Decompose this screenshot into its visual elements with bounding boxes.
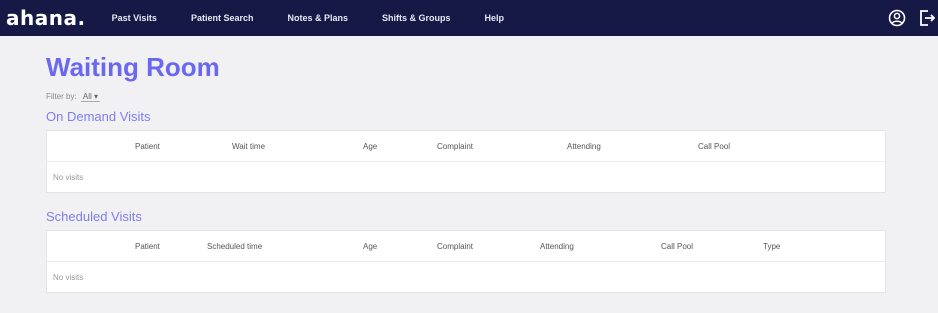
on-demand-table: Patient Wait time Age Complaint Attendin… xyxy=(46,130,886,193)
nav-notes-plans[interactable]: Notes & Plans xyxy=(287,13,348,23)
empty-row: No visits xyxy=(53,172,84,182)
column-header[interactable]: Age xyxy=(363,142,377,151)
scheduled-table: Patient Scheduled time Age Complaint Att… xyxy=(46,230,886,293)
filter-label: Filter by: xyxy=(46,92,77,101)
nav-help[interactable]: Help xyxy=(485,13,505,23)
account-circle-icon[interactable] xyxy=(886,7,908,29)
column-header[interactable]: Age xyxy=(363,242,377,251)
column-header[interactable]: Type xyxy=(763,242,780,251)
column-header[interactable]: Call Pool xyxy=(661,242,693,251)
column-header[interactable]: Call Pool xyxy=(698,142,730,151)
column-header[interactable]: Complaint xyxy=(437,242,473,251)
nav-patient-search[interactable]: Patient Search xyxy=(191,13,254,23)
column-header[interactable]: Patient xyxy=(135,142,160,151)
on-demand-title: On Demand Visits xyxy=(46,109,151,124)
column-header[interactable]: Attending xyxy=(567,142,601,151)
logout-icon[interactable] xyxy=(916,7,938,29)
nav-shifts-groups[interactable]: Shifts & Groups xyxy=(382,13,451,23)
column-header[interactable]: Complaint xyxy=(437,142,473,151)
empty-row: No visits xyxy=(53,272,84,282)
brand-logo[interactable]: ahana. xyxy=(6,6,86,30)
table-header: Patient Scheduled time Age Complaint Att… xyxy=(47,231,885,262)
table-header: Patient Wait time Age Complaint Attendin… xyxy=(47,131,885,162)
nav-past-visits[interactable]: Past Visits xyxy=(112,13,157,23)
filter-select[interactable]: All ▾ xyxy=(80,92,101,102)
column-header[interactable]: Patient xyxy=(135,242,160,251)
column-header[interactable]: Scheduled time xyxy=(207,242,262,251)
column-header[interactable]: Wait time xyxy=(232,142,265,151)
top-navbar: ahana. Past Visits Patient Search Notes … xyxy=(0,0,938,36)
nav-links: Past Visits Patient Search Notes & Plans… xyxy=(110,13,538,23)
column-header[interactable]: Attending xyxy=(540,242,574,251)
page-title: Waiting Room xyxy=(46,52,220,82)
main-content: Waiting Room Filter by: All ▾ On Demand … xyxy=(46,52,886,293)
scheduled-title: Scheduled Visits xyxy=(46,209,142,224)
nav-actions xyxy=(886,0,938,36)
filter-row: Filter by: All ▾ xyxy=(46,92,886,102)
